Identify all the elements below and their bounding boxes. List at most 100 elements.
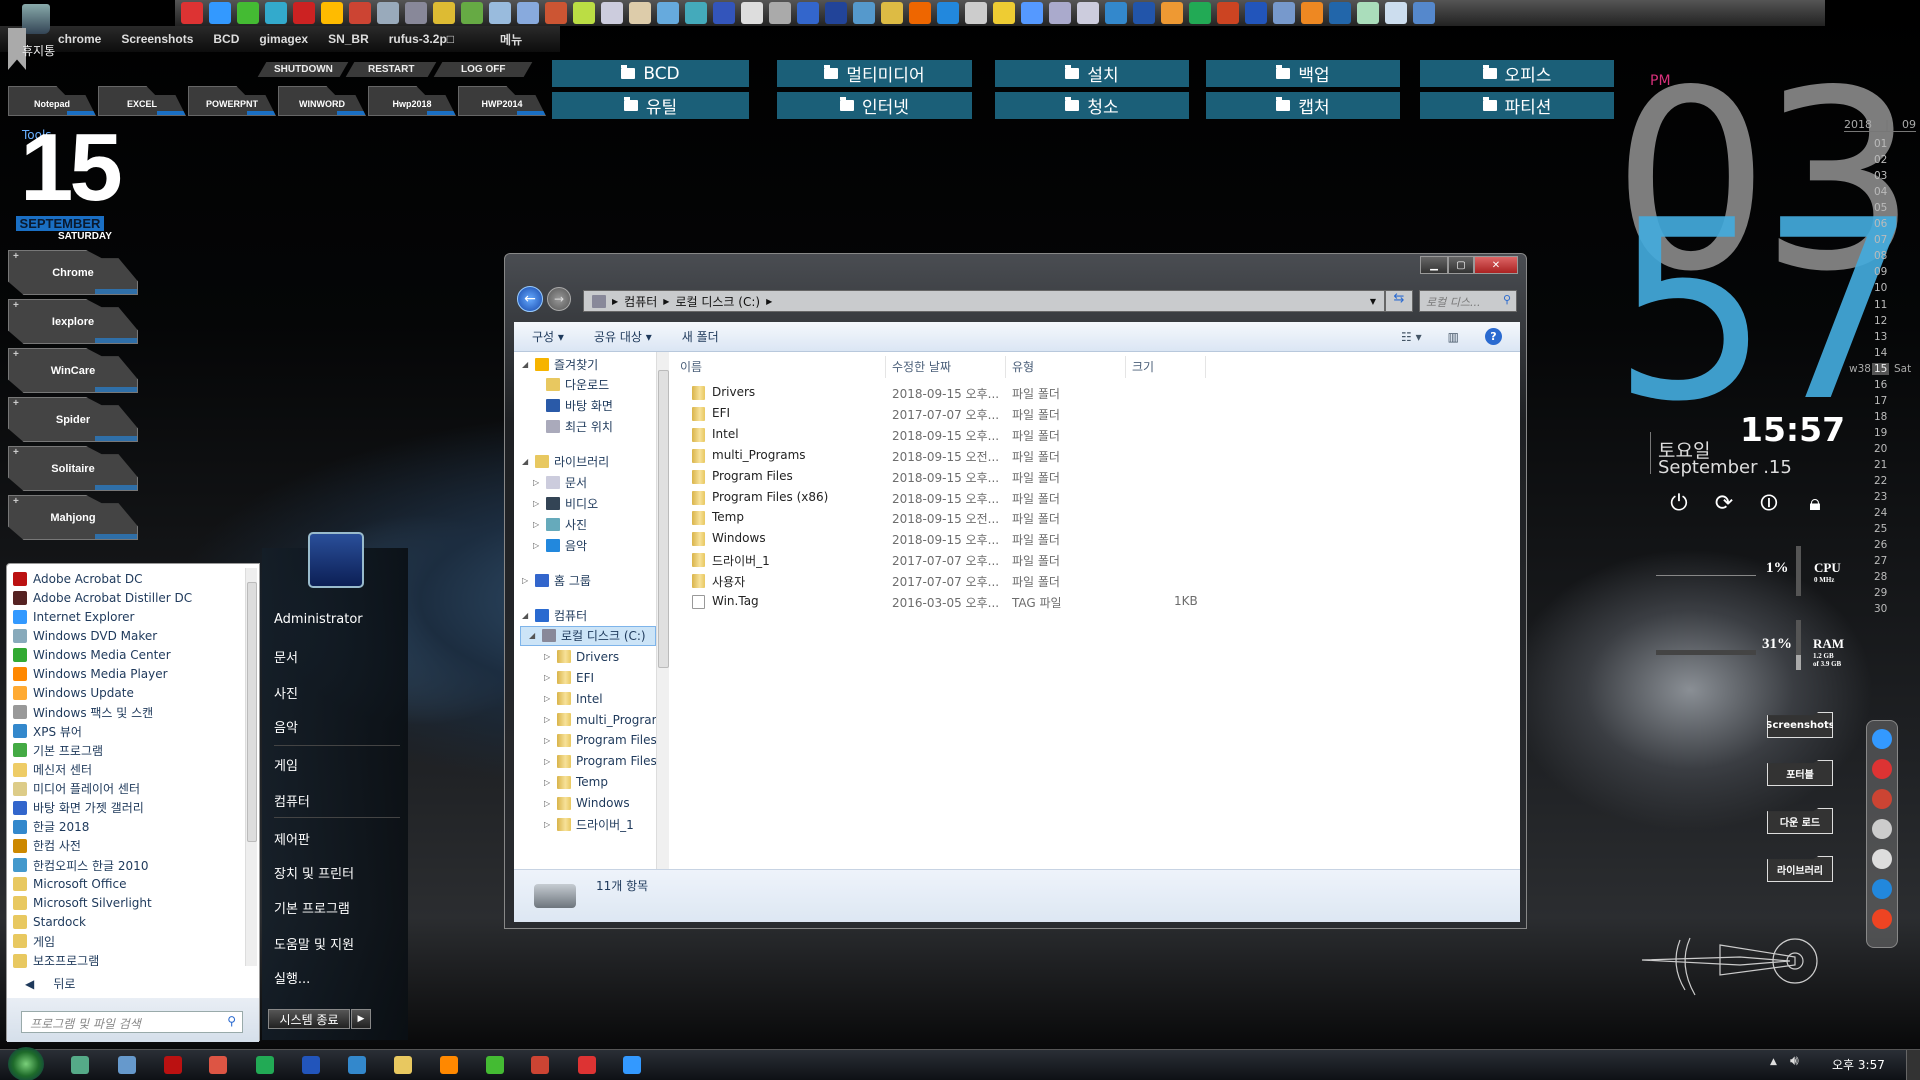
expand-arrow-icon[interactable]: ▷ — [544, 757, 552, 766]
folder-tile[interactable]: 오피스 — [1420, 60, 1614, 87]
start-menu-item[interactable]: 메신저 센터 — [13, 760, 92, 779]
back-button[interactable]: ◀ 뒤로 — [25, 975, 75, 992]
shortcut-1[interactable]: Screenshots — [121, 32, 193, 46]
chrome-icon[interactable] — [181, 2, 203, 24]
column-header-name[interactable]: 이름 — [674, 356, 886, 378]
start-menu-item[interactable]: 보조프로그램 — [13, 951, 99, 970]
folder-tile[interactable]: 설치 — [995, 60, 1189, 87]
b-app-icon[interactable] — [1105, 2, 1127, 24]
forward-arrow-icon[interactable]: → — [547, 287, 571, 311]
calendar-day[interactable]: 27 — [1874, 555, 1887, 567]
expand-arrow-icon[interactable]: ▷ — [544, 715, 552, 724]
list-icon[interactable] — [1049, 2, 1071, 24]
close-button[interactable]: ✕ — [1474, 256, 1518, 274]
nav-item[interactable]: ▷ 음악 — [533, 535, 587, 555]
logoff-button[interactable]: LOG OFF — [433, 62, 533, 77]
start-menu-item[interactable]: Windows Media Player — [13, 665, 168, 684]
grid-icon[interactable] — [993, 2, 1015, 24]
start-place-5[interactable]: 컴퓨터 — [274, 791, 310, 810]
file-row[interactable]: Program Files (x86) 2018-09-15 오후... 파일 폴더 — [674, 487, 1274, 507]
rubik-icon[interactable] — [461, 2, 483, 24]
volume-icon[interactable]: 🔊︎ — [1790, 1053, 1799, 1069]
nav-item[interactable]: ◢ 로컬 디스크 (C:) — [520, 625, 656, 646]
calendar-day[interactable]: 30 — [1874, 603, 1887, 615]
hangul-icon[interactable] — [348, 1056, 366, 1074]
start-search-input[interactable]: 프로그램 및 파일 검색 ⚲ — [21, 1011, 243, 1033]
start-menu-item[interactable]: 게임 — [13, 932, 55, 951]
folder-tile[interactable]: BCD — [552, 60, 749, 87]
nav-item[interactable]: ◢ 즐겨찾기 — [522, 354, 598, 374]
calendar-day[interactable]: 28 — [1874, 571, 1887, 583]
power-icon[interactable]: ⏻ — [1667, 492, 1691, 516]
restart-icon[interactable]: ⟳ — [1712, 492, 1736, 516]
clover-icon[interactable] — [237, 2, 259, 24]
ie-icon[interactable] — [623, 1056, 641, 1074]
circle-app-icon[interactable] — [797, 2, 819, 24]
calendar-day[interactable]: 18 — [1874, 411, 1887, 423]
shortcut-2[interactable]: BCD — [213, 32, 239, 46]
calendar-day[interactable]: 02 — [1874, 154, 1887, 166]
drop-icon[interactable] — [405, 2, 427, 24]
standby-icon[interactable]: ⏼ — [1757, 492, 1781, 516]
start-menu-item[interactable]: Microsoft Office — [13, 875, 126, 894]
acrobat-icon[interactable] — [164, 1056, 182, 1074]
magnifier-icon[interactable] — [1329, 2, 1351, 24]
start-place-10[interactable]: 실행... — [274, 968, 310, 987]
calendar-day[interactable]: 04 — [1874, 186, 1887, 198]
scroll-thumb[interactable] — [247, 582, 257, 842]
column-header-type[interactable]: 유형 — [1006, 356, 1126, 378]
folder-tile[interactable]: 인터넷 — [777, 92, 972, 119]
k-app-icon[interactable] — [1301, 2, 1323, 24]
start-menu-item[interactable]: 한컴 사전 — [13, 836, 81, 855]
start-place-3[interactable]: 음악 — [274, 717, 298, 736]
expand-arrow-icon[interactable]: ▷ — [533, 520, 541, 529]
calendar-day[interactable]: 22 — [1874, 475, 1887, 487]
start-menu-item[interactable]: 한글 2018 — [13, 817, 89, 836]
explorer-icon[interactable] — [394, 1056, 412, 1074]
folder-shortcut[interactable]: 다운 로드 — [1767, 808, 1833, 834]
expand-arrow-icon[interactable]: ▷ — [533, 541, 541, 550]
calendar-day[interactable]: 06 — [1874, 218, 1887, 230]
start-button[interactable] — [8, 1047, 44, 1080]
expand-arrow-icon[interactable]: ▷ — [544, 799, 552, 808]
calendar-day[interactable]: 09 — [1874, 266, 1887, 278]
file-row[interactable]: 드라이버_1 2017-07-07 오후... 파일 폴더 — [674, 549, 1274, 569]
start-place-8[interactable]: 기본 프로그램 — [274, 898, 350, 917]
address-bar[interactable]: ▶ 컴퓨터 ▶ 로컬 디스크 (C:) ▶ ▼ — [583, 290, 1385, 312]
folder-tile[interactable]: 멀티미디어 — [777, 60, 972, 87]
calendar-day[interactable]: 15 — [1872, 362, 1890, 375]
start-menu-item[interactable]: 바탕 화면 가젯 갤러리 — [13, 798, 144, 817]
r-app-icon[interactable] — [433, 2, 455, 24]
nav-item[interactable]: ▷ 드라이버_1 — [544, 814, 634, 834]
column-header-size[interactable]: 크기 — [1126, 356, 1206, 378]
help-icon[interactable]: ? — [1485, 328, 1502, 345]
navigation-scrollbar[interactable] — [656, 352, 669, 869]
nav-item[interactable]: 최근 위치 — [533, 417, 613, 437]
calendar-day[interactable]: 01 — [1874, 138, 1887, 150]
nav-item[interactable]: ▷ 홈 그룹 — [522, 570, 591, 590]
minimize-button[interactable]: ▁ — [1420, 256, 1448, 274]
aida64-icon[interactable] — [293, 2, 315, 24]
new-folder-button[interactable]: 새 폴더 — [682, 328, 719, 345]
start-menu-item[interactable]: Microsoft Silverlight — [13, 894, 152, 913]
ccleaner-icon[interactable] — [349, 2, 371, 24]
media-player-icon[interactable] — [440, 1056, 458, 1074]
folder-shortcut[interactable]: Screenshots — [1767, 712, 1833, 738]
pen-icon[interactable] — [118, 1056, 136, 1074]
clover-icon[interactable] — [486, 1056, 504, 1074]
start-place-1[interactable]: 문서 — [274, 647, 298, 666]
start-menu-item[interactable]: XPS 뷰어 — [13, 722, 82, 741]
chrome-icon[interactable] — [1872, 759, 1892, 779]
f-app-icon[interactable] — [1133, 2, 1155, 24]
expand-arrow-icon[interactable]: ◢ — [522, 360, 530, 369]
plug-icon[interactable] — [853, 2, 875, 24]
file-row[interactable]: Windows 2018-09-15 오후... 파일 폴더 — [674, 528, 1274, 548]
preview-pane-icon[interactable]: ▥ — [1448, 330, 1459, 344]
expand-arrow-icon[interactable]: ◢ — [529, 631, 537, 640]
folder-app-icon[interactable] — [489, 2, 511, 24]
calendar-day[interactable]: 03 — [1874, 170, 1887, 182]
file-row[interactable]: EFI 2017-07-07 오후... 파일 폴더 — [674, 403, 1274, 423]
pen-icon[interactable] — [965, 2, 987, 24]
nav-item[interactable]: ▷ Program Files — [544, 730, 656, 750]
powerpoint-icon[interactable] — [1217, 2, 1239, 24]
